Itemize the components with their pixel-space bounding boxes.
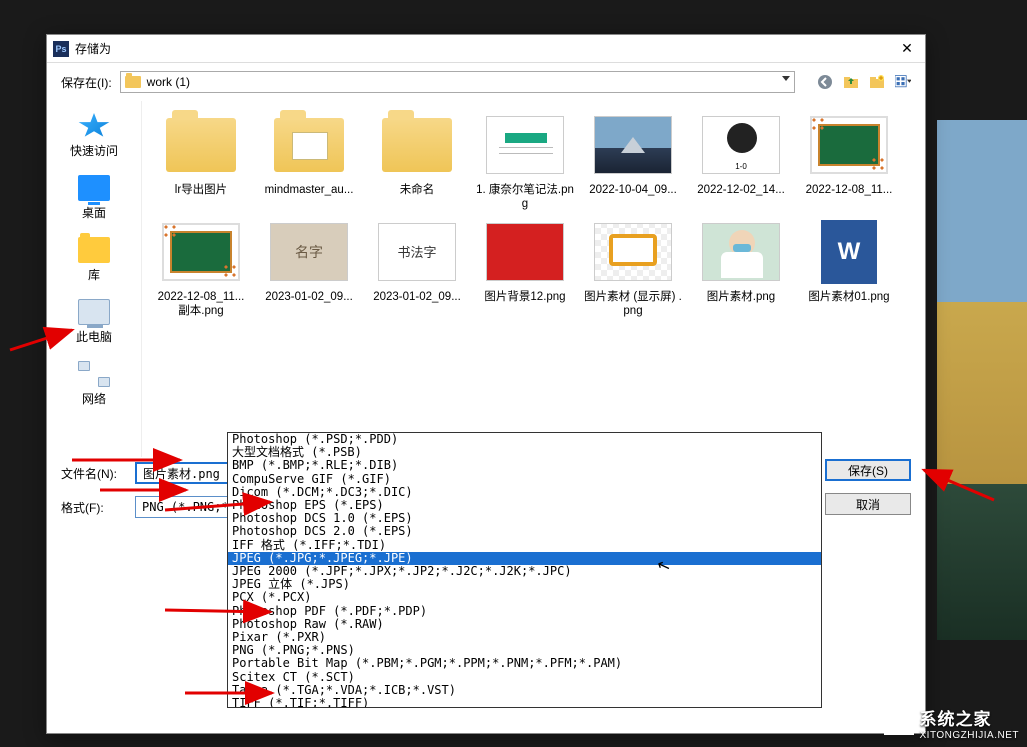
folder-icon [125,76,141,88]
titlebar: Ps 存储为 ✕ [47,35,925,63]
file-item[interactable]: 1-0 2022-12-02_14... [688,109,794,212]
file-name: 2023-01-02_09... [265,290,353,304]
file-item[interactable]: 未命名 [364,109,470,212]
file-item[interactable]: 1. 康奈尔笔记法.png [472,109,578,212]
file-item[interactable]: 图片素材.png [688,216,794,319]
file-name: 2022-10-04_09... [589,183,677,197]
quickaccess-icon [78,113,110,139]
file-thumbnail [591,109,675,181]
sidebar-item-label: 快速访问 [70,142,118,159]
filename-label: 文件名(N): [61,465,127,482]
file-list: lr导出图片 mindmaster_au... 未命名 1. 康奈尔笔记法.png 20… [142,101,925,457]
file-item[interactable]: mindmaster_au... [256,109,362,212]
format-option[interactable]: Portable Bit Map (*.PBM;*.PGM;*.PPM;*.PN… [228,657,821,670]
file-thumbnail [591,216,675,288]
desktop-icon [78,175,110,201]
file-grid: lr导出图片 mindmaster_au... 未命名 1. 康奈尔笔记法.png 20… [148,109,919,319]
location-value: work (1) [147,75,190,89]
watermark-text-en: XITONGZHIJIA.NET [920,730,1020,741]
format-option[interactable]: BMP (*.BMP;*.RLE;*.DIB) [228,459,821,472]
file-thumbnail [483,216,567,288]
file-item[interactable]: 名字 2023-01-02_09... [256,216,362,319]
format-option[interactable]: IFF 格式 (*.IFF;*.TDI) [228,539,821,552]
file-name: 图片素材01.png [808,290,889,304]
file-thumbnail: 1-0 [699,109,783,181]
format-label: 格式(F): [61,499,127,516]
dialog-title: 存储为 [75,40,895,57]
file-name: 未命名 [400,183,435,197]
location-toolbar [817,74,911,90]
close-button[interactable]: ✕ [895,39,919,59]
sidebar-item-desktop[interactable]: 桌面 [47,169,141,231]
format-option[interactable]: Photoshop DCS 2.0 (*.EPS) [228,525,821,538]
file-item[interactable]: 2022-12-08_11... [796,109,902,212]
file-thumbnail [807,109,891,181]
file-name: 图片素材.png [707,290,775,304]
file-item[interactable]: W 图片素材01.png [796,216,902,319]
back-icon[interactable] [817,74,833,90]
file-name: 2023-01-02_09... [373,290,461,304]
file-name: 1. 康奈尔笔记法.png [475,183,575,212]
format-option[interactable]: PCX (*.PCX) [228,591,821,604]
thispc-icon [78,299,110,325]
file-name: 2022-12-08_11... 副本.png [151,290,251,319]
sidebar-item-quickaccess[interactable]: 快速访问 [47,107,141,169]
places-sidebar: 快速访问 桌面 库 此电脑 网络 [47,101,142,457]
file-thumbnail: 书法字 [375,216,459,288]
file-name: mindmaster_au... [265,183,354,197]
sidebar-item-thispc[interactable]: 此电脑 [47,293,141,355]
view-menu-icon[interactable] [895,74,911,90]
location-label: 保存在(I): [61,74,112,91]
file-name: 图片素材 (显示屏) .png [583,290,683,319]
format-option[interactable]: JPEG 立体 (*.JPS) [228,578,821,591]
sidebar-item-label: 网络 [82,390,106,407]
chevron-down-icon [782,76,790,81]
location-row: 保存在(I): work (1) [47,63,925,101]
sidebar-item-label: 桌面 [82,204,106,221]
watermark-text-cn: 系统之家 [920,705,1020,730]
format-option[interactable]: TIFF (*.TIF;*.TIFF) [228,697,821,708]
watermark: 系统之家 XITONGZHIJIA.NET [884,705,1020,741]
file-item[interactable]: 图片背景12.png [472,216,578,319]
filename-value: 图片素材.png [143,465,220,482]
file-name: 2022-12-02_14... [697,183,785,197]
file-item[interactable]: 2022-12-08_11... 副本.png [148,216,254,319]
file-thumbnail [699,216,783,288]
file-item[interactable]: lr导出图片 [148,109,254,212]
format-option[interactable]: Photoshop PDF (*.PDF;*.PDP) [228,605,821,618]
sidebar-item-label: 此电脑 [76,328,112,345]
file-thumbnail [375,109,459,181]
new-folder-icon[interactable] [869,74,885,90]
file-thumbnail [159,109,243,181]
photoshop-icon: Ps [53,41,69,57]
format-option[interactable]: Scitex CT (*.SCT) [228,671,821,684]
file-name: 2022-12-08_11... [806,183,893,197]
sidebar-item-network[interactable]: 网络 [47,355,141,417]
format-option[interactable]: CompuServe GIF (*.GIF) [228,473,821,486]
file-thumbnail: 名字 [267,216,351,288]
file-thumbnail: W [807,216,891,288]
network-icon [78,361,110,387]
file-thumbnail [159,216,243,288]
cancel-button[interactable]: 取消 [825,493,911,515]
file-thumbnail [267,109,351,181]
up-level-icon[interactable] [843,74,859,90]
sidebar-item-libraries[interactable]: 库 [47,231,141,293]
format-dropdown-list[interactable]: Photoshop (*.PSD;*.PDD)大型文档格式 (*.PSB)BMP… [227,432,822,708]
watermark-logo-icon [884,711,914,735]
file-item[interactable]: 书法字 2023-01-02_09... [364,216,470,319]
sidebar-item-label: 库 [88,266,100,283]
save-button[interactable]: 保存(S) [825,459,911,481]
location-dropdown[interactable]: work (1) [120,71,795,93]
file-name: lr导出图片 [175,183,227,197]
file-item[interactable]: 图片素材 (显示屏) .png [580,216,686,319]
file-body: 快速访问 桌面 库 此电脑 网络 lr导出图片 mindmaster_au... 未… [47,101,925,457]
file-name: 图片背景12.png [484,290,565,304]
file-item[interactable]: 2022-10-04_09... [580,109,686,212]
libraries-icon [78,237,110,263]
background-scenery [937,120,1027,640]
file-thumbnail [483,109,567,181]
